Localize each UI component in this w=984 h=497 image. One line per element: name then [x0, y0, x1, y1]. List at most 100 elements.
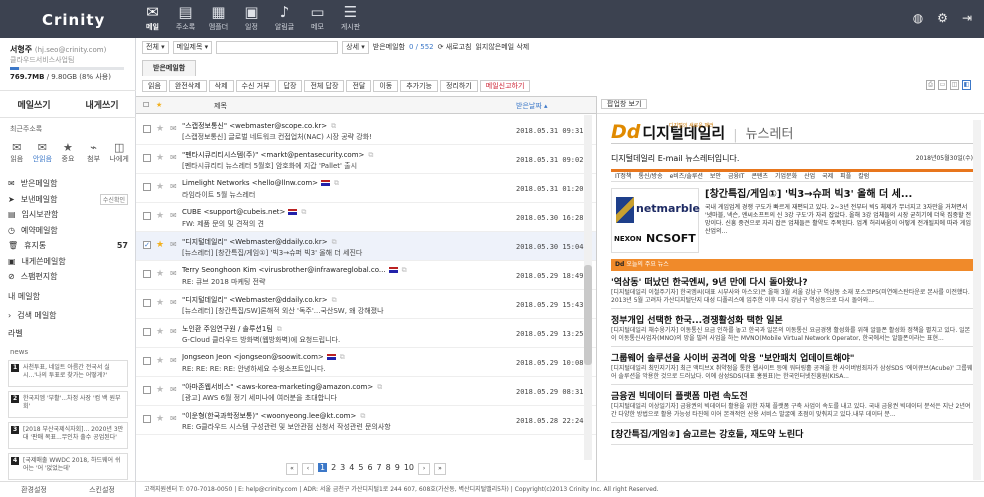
newsletter-nav-item[interactable]: 보안 — [710, 172, 721, 181]
nav-4[interactable]: ♪ 알림글 — [268, 2, 301, 36]
action-7[interactable]: 이동 — [373, 80, 399, 92]
action-9[interactable]: 정리하기 — [439, 80, 478, 92]
newsletter-nav-item[interactable]: 산업 — [804, 172, 815, 181]
feature-article[interactable]: netmarble NEXON NCSOFT [창간특집/게임①] '빅3→슈퍼… — [611, 188, 973, 253]
page-13[interactable]: » — [434, 463, 447, 475]
newsletter-nav-item[interactable]: 피플 — [840, 172, 851, 181]
newsletter-nav-item[interactable]: 국제 — [822, 172, 833, 181]
row-checkbox[interactable] — [143, 328, 151, 336]
mail-sender[interactable]: 노인환 주임연구원 / 솔루션1팀 ⧉ — [182, 324, 512, 334]
mail-sender[interactable]: Jongseon Jeon <jongseon@soowit.com> ⧉ — [182, 353, 512, 362]
newsletter-nav-item[interactable]: 통신/방송 — [638, 172, 662, 181]
article-title[interactable]: [창간특집/게임②] 숨고르는 강호들, 재도약 노린다 — [611, 429, 973, 441]
nav-6[interactable]: ☰ 게시판 — [334, 2, 367, 36]
filter-select[interactable]: 전체 ▾ — [142, 40, 169, 54]
folder-2[interactable]: ▤ 임시보관함 — [8, 209, 128, 220]
action-4[interactable]: 답장 — [277, 80, 303, 92]
recent-contacts-label[interactable]: 최근주소록 — [10, 124, 42, 134]
mail-sender[interactable]: "펜타시큐리티시스템(주)" <markt@pentasecurity.com>… — [182, 150, 512, 160]
folder-1[interactable]: ➤ 보낸메일함 수신확인 — [8, 193, 128, 205]
row-checkbox[interactable] — [143, 299, 151, 307]
newsletter-nav-item[interactable]: 기업문화 — [775, 172, 797, 181]
list-view-icon[interactable]: ▭ — [938, 80, 947, 90]
globe-icon[interactable]: ◍ — [913, 11, 923, 25]
row-checkbox[interactable] — [143, 386, 151, 394]
gear-icon[interactable]: ⚙ — [937, 11, 948, 25]
mail-sender[interactable]: "스캡정보통신" <webmaster@scope.co.kr> ⧉ — [182, 121, 512, 131]
newsletter-article[interactable]: 그룹웨어 솔루션을 사이버 공격에 악용 "보안패치 업데이트해야" [디지털데일… — [611, 353, 973, 385]
mail-sender[interactable]: CUBE <support@cubeis.net> ⧉ — [182, 208, 512, 217]
newsletter-nav-item[interactable]: e비즈/솔루션 — [670, 172, 703, 181]
preview-right-icon[interactable]: ◧ — [962, 80, 971, 90]
list-scrollbar[interactable] — [584, 115, 592, 460]
mail-subject[interactable]: [스캡정보통신] 글로벌 네트워크 컨접업처(NAC) 시장 공략 강화! — [182, 132, 512, 142]
star-icon[interactable]: ★ — [156, 269, 164, 279]
newsletter-article[interactable]: [창간특집/게임②] 숨고르는 강호들, 재도약 노린다 — [611, 429, 973, 445]
open-window-icon[interactable]: ⧉ — [301, 208, 306, 216]
tab-inbox[interactable]: 받은메일함 — [142, 60, 197, 76]
nav-5[interactable]: ▭ 메모 — [301, 2, 334, 36]
write-self-button[interactable]: 내게쓰기 — [68, 98, 136, 111]
folder-3[interactable]: ◷ 예약메일함 — [8, 225, 128, 236]
print-icon[interactable]: ⎙ — [926, 80, 935, 90]
page-7[interactable]: 6 — [367, 463, 372, 472]
newsletter-nav-item[interactable]: IT정책 — [615, 172, 631, 181]
page-11[interactable]: 10 — [404, 463, 414, 472]
row-checkbox[interactable]: ✓ — [143, 241, 151, 249]
select-all-checkbox[interactable]: ☐ — [143, 101, 149, 109]
page-9[interactable]: 8 — [386, 463, 391, 472]
mail-sender[interactable]: Limelight Networks <hello@llnw.com> ⧉ — [182, 179, 512, 188]
table-row[interactable]: ★ ✉ "스캡정보통신" <webmaster@scope.co.kr> ⧉ [스캡정보… — [136, 116, 596, 145]
open-window-icon[interactable]: ⧉ — [402, 266, 407, 274]
mail-sender[interactable]: "디지털데일리" <Webmaster@ddaily.co.kr> ⧉ — [182, 295, 512, 305]
newsletter-nav-item[interactable]: 금융IT — [728, 172, 744, 181]
action-3[interactable]: 수신 거부 — [235, 80, 276, 92]
logout-icon[interactable]: ⇥ — [962, 11, 972, 25]
mail-subject[interactable]: 라임라이트 5월 뉴스레터 — [182, 190, 512, 200]
mail-subject[interactable]: RE: 큐브 2018 마케팅 전략 — [182, 277, 512, 287]
mail-subject[interactable]: [뉴스레터] [창간특집/게임①] '빅3→슈퍼 빅3' 올해 더 세진다 — [182, 248, 512, 258]
mail-subject[interactable]: [펜타시큐리티 뉴스레터 5월호] 암호화에 지갑 'Pallet' 출시 — [182, 161, 512, 171]
news-item[interactable]: 3 [2018 부산국제식자회]... 2020년 3만대 '판매 목표...무인… — [8, 422, 128, 449]
star-icon[interactable]: ★ — [156, 124, 164, 134]
table-row[interactable]: ✓ ★ ✉ "디지털데일리" <Webmaster@ddaily.co.kr> ⧉ [뉴스… — [136, 232, 596, 261]
news-item[interactable]: 4 [국제매출 WWDC 2018, 하드웨어 쉬어는 '어 '없었는데' — [8, 453, 128, 480]
action-10[interactable]: 메일신고하기 — [479, 80, 531, 92]
folder-4[interactable]: 🗑 휴지통 57 — [8, 240, 128, 251]
action-1[interactable]: 완전삭제 — [168, 80, 207, 92]
mail-subject[interactable]: FW: 제품 문의 및 견적의 견 — [182, 219, 512, 229]
page-10[interactable]: 9 — [395, 463, 400, 472]
folder-6[interactable]: ⊘ 스팸편지함 — [8, 271, 128, 282]
table-row[interactable]: ★ ✉ "디지털데일리" <Webmaster@ddaily.co.kr> ⧉ [뉴스레… — [136, 290, 596, 319]
star-icon[interactable]: ★ — [156, 153, 164, 163]
labels[interactable]: 라벨 — [8, 328, 128, 339]
page-3[interactable]: 2 — [331, 463, 336, 472]
table-row[interactable]: ★ ✉ "펜타시큐리티시스템(주)" <markt@pentasecurity.co… — [136, 145, 596, 174]
row-checkbox[interactable] — [143, 125, 151, 133]
search-input[interactable] — [216, 40, 339, 54]
skin-settings-link[interactable]: 스킨설정 — [68, 485, 136, 495]
open-window-icon[interactable]: ⧉ — [331, 122, 336, 130]
page-5[interactable]: 4 — [349, 463, 354, 472]
page-4[interactable]: 3 — [340, 463, 345, 472]
open-window-icon[interactable]: ⧉ — [332, 238, 337, 246]
settings-link[interactable]: 환경설정 — [0, 485, 68, 495]
star-icon[interactable]: ★ — [156, 211, 164, 221]
table-row[interactable]: ★ ✉ 노인환 주임연구원 / 솔루션1팀 ⧉ G-Cloud 클라우드 방화벽(웹방화… — [136, 319, 596, 348]
mail-subject[interactable]: [뉴스레터] [창간특집/SW]론해적 외산 '독주'...국산SW, 왜 강해… — [182, 306, 512, 316]
delete-unread-button[interactable]: 읽지않은메일 삭제 — [475, 42, 529, 52]
mail-sender[interactable]: "디지털데일리" <Webmaster@ddaily.co.kr> ⧉ — [182, 237, 512, 247]
open-window-icon[interactable]: ⧉ — [377, 383, 382, 391]
split-view-icon[interactable]: ◫ — [950, 80, 959, 90]
article-title[interactable]: 금융권 빅데이터 플랫폼 마련 속도전 — [611, 391, 973, 403]
detail-search-button[interactable]: 상세 ▾ — [342, 40, 369, 54]
table-row[interactable]: ★ ✉ "이운형(한국과학정보통)" <woonyeong.lee@kt.com> ⧉… — [136, 406, 596, 435]
article-title[interactable]: 그룹웨어 솔루션을 사이버 공격에 악용 "보안패치 업데이트해야" — [611, 353, 973, 365]
quick-filter-4[interactable]: ◫ 나에게 — [106, 141, 132, 164]
action-5[interactable]: 전체 답장 — [304, 80, 345, 92]
mail-subject[interactable]: RE: G클라우드 시스템 구성관련 및 보안관점 신청서 작성관련 문의사항 — [182, 422, 512, 432]
preview-scrollbar[interactable] — [973, 120, 981, 480]
mail-subject[interactable]: [광고] AWS 6월 정기 세미나에 여러분을 초대합니다 — [182, 393, 512, 403]
mail-subject[interactable]: G-Cloud 클라우드 방화벽(웹방화벽)에 요청드립니다. — [182, 335, 512, 345]
page-1[interactable]: ‹ — [301, 463, 314, 475]
